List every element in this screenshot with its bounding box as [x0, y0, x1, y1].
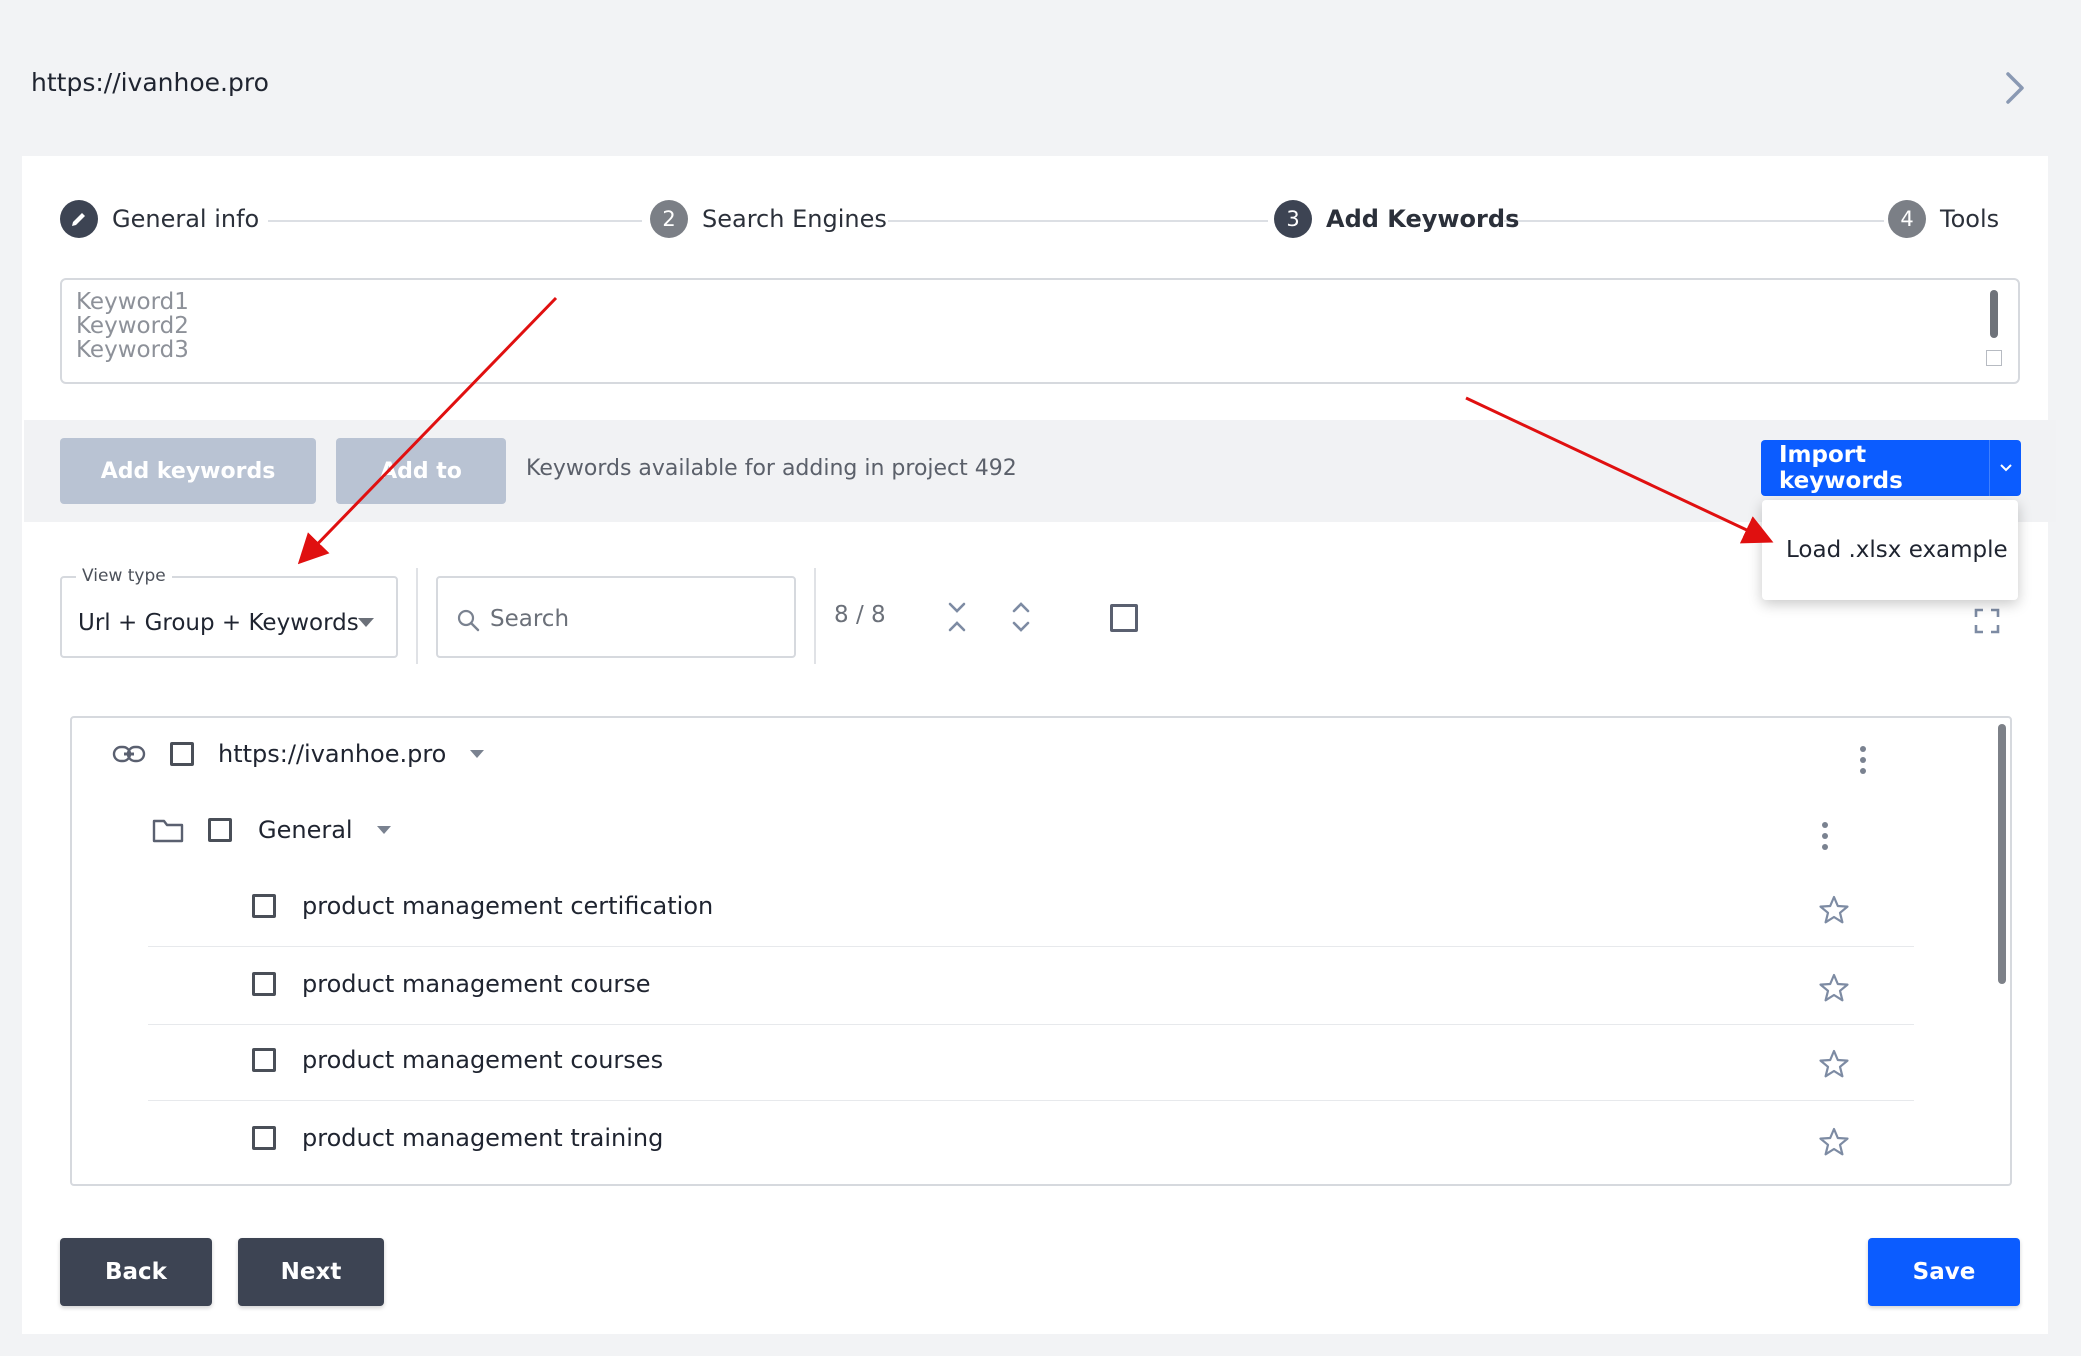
- keyword-row[interactable]: product management course: [252, 970, 651, 998]
- step-search-engines[interactable]: 2 Search Engines: [650, 198, 887, 240]
- available-keywords-text: Keywords available for adding in project…: [526, 456, 1017, 481]
- scrollbar[interactable]: [1998, 724, 2006, 984]
- row-divider: [148, 1100, 1914, 1101]
- step-tools[interactable]: 4 Tools: [1888, 198, 1999, 240]
- back-button[interactable]: Back: [60, 1238, 212, 1306]
- keyword-checkbox[interactable]: [252, 894, 276, 918]
- add-to-button[interactable]: Add to: [336, 438, 506, 504]
- link-icon: [112, 745, 146, 763]
- select-all-checkbox[interactable]: [1110, 604, 1138, 632]
- import-keywords-label: Import keywords: [1779, 442, 1903, 494]
- import-menu-item-load-xlsx[interactable]: Load .xlsx example: [1762, 500, 2018, 600]
- group-label: General: [258, 816, 353, 844]
- divider: [416, 568, 418, 664]
- keywords-tree: https://ivanhoe.pro General product mana…: [70, 716, 2012, 1186]
- step-connector: [268, 220, 642, 222]
- step-label: Tools: [1940, 205, 2000, 233]
- step-label: Add Keywords: [1326, 205, 1520, 233]
- keyword-checkbox[interactable]: [252, 1048, 276, 1072]
- expand-all-icon[interactable]: [1010, 600, 1032, 634]
- divider: [814, 568, 816, 664]
- scrollbar[interactable]: [1990, 290, 1998, 338]
- star-icon[interactable]: [1818, 1048, 1850, 1080]
- step-general-info[interactable]: General info: [60, 198, 259, 240]
- group-row[interactable]: General: [152, 816, 391, 844]
- star-icon[interactable]: [1818, 1126, 1850, 1158]
- url-checkbox[interactable]: [170, 742, 194, 766]
- url-label: https://ivanhoe.pro: [218, 740, 447, 768]
- wizard-card: General info 2 Search Engines 3 Add Keyw…: [22, 156, 2056, 1334]
- step-add-keywords[interactable]: 3 Add Keywords: [1274, 198, 1519, 240]
- keywords-textarea[interactable]: Keyword1 Keyword2 Keyword3: [60, 278, 2020, 384]
- fullscreen-icon[interactable]: [1974, 608, 2000, 634]
- keyword-label: product management course: [302, 970, 651, 998]
- keyword-row[interactable]: product management certification: [252, 892, 713, 920]
- pencil-icon: [60, 200, 98, 238]
- step-number: 3: [1274, 200, 1312, 238]
- keyword-label: product management courses: [302, 1046, 664, 1074]
- star-icon[interactable]: [1818, 972, 1850, 1004]
- collapse-all-icon[interactable]: [946, 600, 968, 634]
- next-button[interactable]: Next: [238, 1238, 384, 1306]
- chevron-down-icon[interactable]: [1989, 440, 2021, 496]
- step-connector: [888, 220, 1268, 222]
- caret-down-icon[interactable]: [376, 826, 391, 834]
- step-number: 4: [1888, 200, 1926, 238]
- keyword-label: product management certification: [302, 892, 714, 920]
- keyword-checkbox[interactable]: [252, 972, 276, 996]
- url-row[interactable]: https://ivanhoe.pro: [112, 740, 485, 768]
- step-connector: [1504, 220, 1884, 222]
- row-divider: [148, 1024, 1914, 1025]
- keyword-row[interactable]: product management training: [252, 1124, 663, 1152]
- keyword-row[interactable]: product management courses: [252, 1046, 663, 1074]
- add-keywords-button[interactable]: Add keywords: [60, 438, 316, 504]
- caret-down-icon[interactable]: [470, 750, 485, 758]
- group-checkbox[interactable]: [208, 818, 232, 842]
- placeholder-line: Keyword3: [76, 337, 189, 363]
- save-button[interactable]: Save: [1868, 1238, 2020, 1306]
- search-placeholder: Search: [490, 606, 570, 632]
- placeholder-line: Keyword2: [76, 313, 189, 339]
- keywords-toolbar: Add keywords Add to Keywords available f…: [24, 420, 2056, 522]
- search-input[interactable]: Search: [436, 576, 796, 658]
- step-label: Search Engines: [702, 205, 887, 233]
- chevron-right-icon[interactable]: [2000, 70, 2030, 106]
- step-label: General info: [112, 205, 260, 233]
- view-type-select[interactable]: View type Url + Group + Keywords: [60, 566, 398, 658]
- more-menu-icon[interactable]: [1822, 822, 1828, 855]
- view-type-label: View type: [76, 566, 172, 586]
- view-type-value: Url + Group + Keywords: [78, 610, 359, 636]
- caret-down-icon: [358, 618, 374, 627]
- keyword-count: 8 / 8: [834, 602, 886, 628]
- row-divider: [148, 946, 1914, 947]
- project-url: https://ivanhoe.pro: [31, 68, 269, 97]
- step-number: 2: [650, 200, 688, 238]
- more-menu-icon[interactable]: [1860, 746, 1866, 779]
- resize-handle-icon[interactable]: [1986, 350, 2002, 366]
- search-icon: [457, 609, 480, 632]
- top-bar: https://ivanhoe.pro: [0, 0, 2081, 156]
- import-keywords-button[interactable]: Import keywords: [1761, 440, 2021, 496]
- keyword-checkbox[interactable]: [252, 1126, 276, 1150]
- keyword-label: product management training: [302, 1124, 664, 1152]
- placeholder-line: Keyword1: [76, 289, 189, 315]
- folder-icon: [152, 819, 184, 843]
- star-icon[interactable]: [1818, 894, 1850, 926]
